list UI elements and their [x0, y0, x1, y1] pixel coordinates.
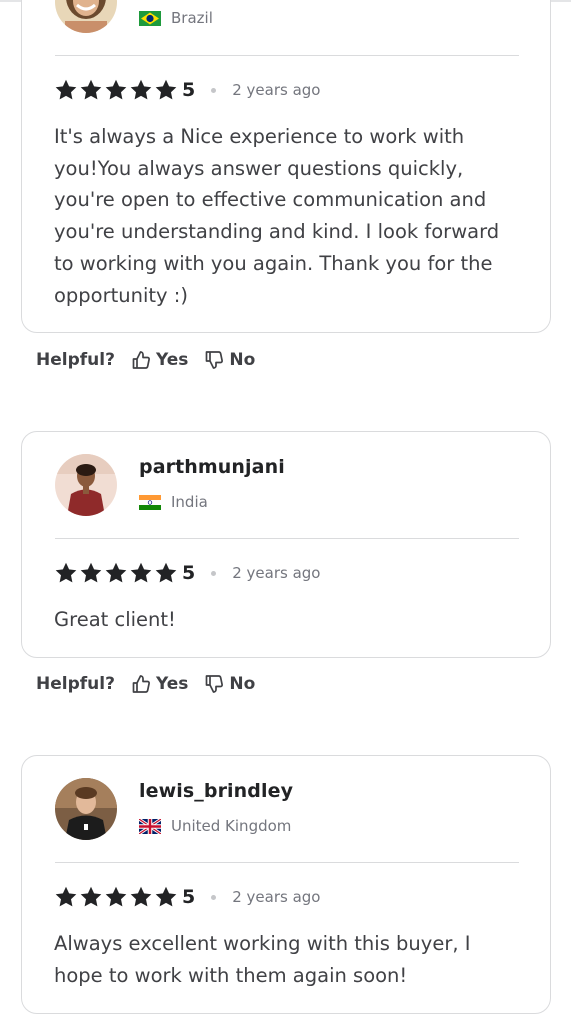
reviewer-country: India — [139, 493, 208, 511]
rating-value: 5 — [182, 886, 196, 908]
separator-dot — [211, 570, 217, 576]
helpful-label: Helpful? — [36, 674, 115, 694]
yes-label: Yes — [155, 674, 189, 694]
star-icon — [80, 886, 102, 907]
review-text: It's always a Nice experience to work wi… — [54, 125, 500, 307]
helpful-yes-button[interactable]: Yes — [131, 674, 188, 694]
star-icon — [155, 79, 177, 100]
reviewer-username[interactable]: parthmunjani — [139, 456, 285, 478]
star-icon — [55, 886, 77, 907]
star-icon — [130, 886, 152, 907]
review-date: 2 years ago — [232, 81, 321, 99]
star-icon — [55, 562, 77, 583]
helpful-yes-button[interactable]: Yes — [131, 350, 188, 370]
rating-row: 5 2 years ago — [54, 77, 320, 103]
reviewer-username[interactable]: lewis_brindley — [139, 780, 293, 802]
review-divider — [55, 538, 519, 539]
star-icon — [155, 886, 177, 907]
no-label: No — [229, 674, 256, 694]
star-icon — [130, 79, 152, 100]
helpful-row: Helpful? Yes No — [36, 672, 271, 696]
star-icon — [55, 79, 77, 100]
uk-flag-icon — [139, 818, 161, 834]
country-name: Brazil — [171, 9, 213, 27]
star-icon — [80, 562, 102, 583]
review-date: 2 years ago — [232, 888, 321, 906]
star-icon — [155, 562, 177, 583]
review-date: 2 years ago — [232, 564, 321, 582]
thumbs-up-icon — [132, 351, 150, 369]
star-rating — [54, 561, 178, 585]
reviewer-country: Brazil — [139, 9, 213, 27]
country-name: United Kingdom — [171, 817, 292, 835]
star-rating — [54, 885, 178, 909]
thumbs-up-icon — [132, 675, 150, 693]
star-rating — [54, 78, 178, 102]
avatar[interactable] — [55, 454, 117, 516]
thumbs-down-icon — [206, 675, 224, 693]
review-divider — [55, 862, 519, 863]
country-name: India — [171, 493, 208, 511]
star-icon — [105, 886, 127, 907]
avatar[interactable] — [55, 0, 117, 33]
yes-label: Yes — [155, 350, 189, 370]
no-label: No — [229, 350, 256, 370]
separator-dot — [211, 894, 217, 900]
star-icon — [130, 562, 152, 583]
rating-row: 5 2 years ago — [54, 560, 320, 586]
avatar[interactable] — [55, 778, 117, 840]
review-text: Great client! — [54, 608, 176, 631]
india-flag-icon — [139, 494, 161, 510]
helpful-no-button[interactable]: No — [204, 674, 255, 694]
helpful-row: Helpful? Yes No — [36, 348, 271, 372]
brazil-flag-icon — [139, 10, 161, 26]
helpful-no-button[interactable]: No — [204, 350, 255, 370]
review-text: Always excellent working with this buyer… — [54, 932, 471, 987]
review-divider — [55, 55, 519, 56]
rating-value: 5 — [182, 562, 196, 584]
review-card: parthmunjani India 5 2 years ago Great c… — [21, 431, 551, 658]
thumbs-down-icon — [206, 351, 224, 369]
rating-row: 5 2 years ago — [54, 884, 320, 910]
star-icon — [80, 79, 102, 100]
rating-value: 5 — [182, 79, 196, 101]
separator-dot — [211, 87, 217, 93]
star-icon — [105, 79, 127, 100]
reviewer-country: United Kingdom — [139, 817, 291, 835]
review-card: Brazil 5 2 years ago It's always a Nice … — [21, 0, 551, 333]
helpful-label: Helpful? — [36, 350, 115, 370]
review-card: lewis_brindley United Kingdom 5 2 years … — [21, 755, 551, 1014]
star-icon — [105, 562, 127, 583]
